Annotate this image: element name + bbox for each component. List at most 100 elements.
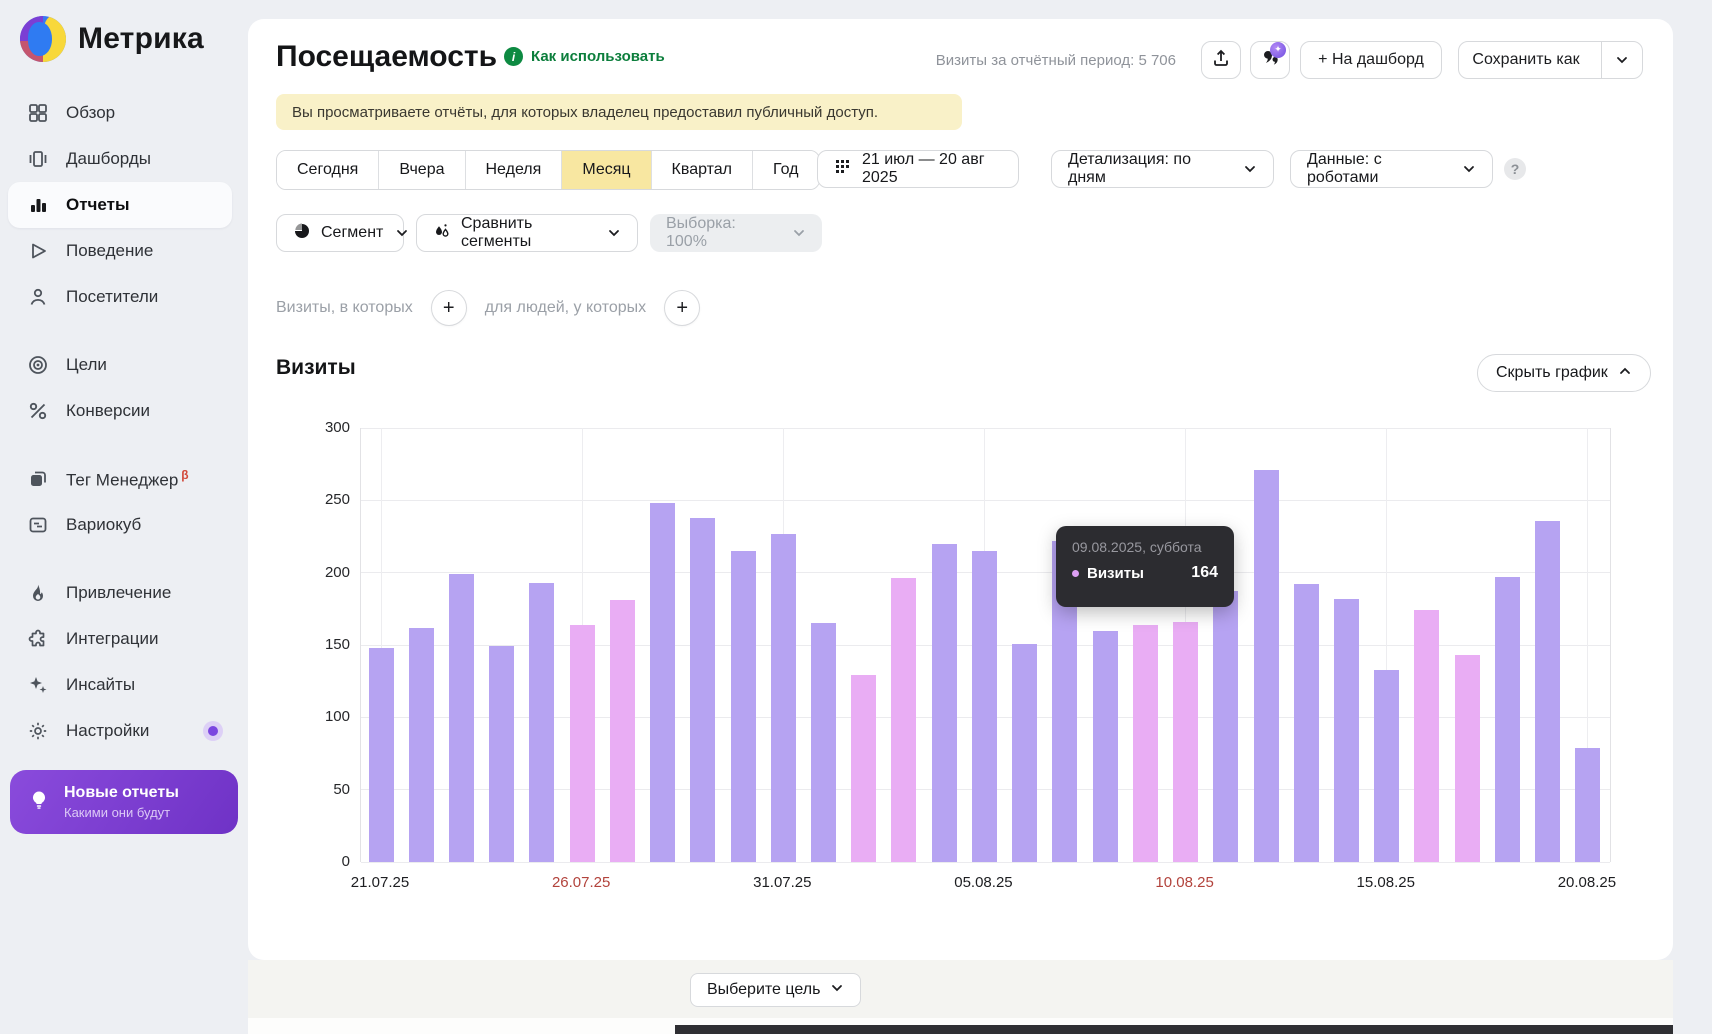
chart-bar-31.07.25[interactable] <box>771 534 796 862</box>
save-as-button[interactable]: Сохранить как <box>1458 41 1643 79</box>
sidebar-item-dashboards[interactable]: Дашборды <box>8 136 232 182</box>
sidebar-item-conversions[interactable]: Конверсии <box>8 388 232 434</box>
export-button[interactable] <box>1201 41 1241 79</box>
add-people-filter-button[interactable]: + <box>664 290 700 326</box>
x-tick-label: 10.08.25 <box>1155 874 1213 891</box>
chart-bar-25.07.25[interactable] <box>529 583 554 862</box>
chart-bar-15.08.25[interactable] <box>1374 670 1399 862</box>
tab-yesterday[interactable]: Вчера <box>379 151 465 189</box>
chart-bar-16.08.25[interactable] <box>1414 610 1439 862</box>
chart-bar-22.07.25[interactable] <box>409 628 434 862</box>
play-icon <box>26 239 50 263</box>
new-reports-banner[interactable]: Новые отчеты Какими они будут <box>10 770 238 834</box>
save-as-dropdown[interactable] <box>1601 41 1642 79</box>
sidebar-item-overview[interactable]: Обзор <box>8 90 232 136</box>
chart-bar-27.07.25[interactable] <box>610 600 635 862</box>
chart-bar-01.08.25[interactable] <box>811 623 836 862</box>
chart-bar-03.08.25[interactable] <box>891 578 916 862</box>
compare-segments-dropdown[interactable]: Сравнить сегменты <box>416 214 638 252</box>
data-mode-dropdown[interactable]: Данные: с роботами <box>1290 150 1493 188</box>
chart-bar-12.08.25[interactable] <box>1254 470 1279 862</box>
ai-assistant-button[interactable]: ✦ <box>1250 41 1290 79</box>
sidebar-item-insights[interactable]: Инсайты <box>8 662 232 708</box>
chevron-down-icon <box>830 981 844 1000</box>
add-to-dashboard-button[interactable]: + На дашборд <box>1300 41 1442 79</box>
chart-bar-28.07.25[interactable] <box>650 503 675 862</box>
chart-section-title: Визиты <box>276 356 356 380</box>
tab-year[interactable]: Год <box>753 151 818 189</box>
chart-bar-23.07.25[interactable] <box>449 574 474 862</box>
sidebar-item-label: Инсайты <box>66 675 135 695</box>
tooltip-date: 09.08.2025, суббота <box>1072 539 1218 555</box>
sidebar-nav: Обзор Дашборды Отчеты Поведение <box>0 72 248 754</box>
sidebar-item-tag-manager[interactable]: Тег Менеджерβ <box>8 456 232 502</box>
reports-icon <box>26 193 50 217</box>
segment-dropdown[interactable]: Сегмент <box>276 214 404 252</box>
ai-assistant-icon: ✦ <box>1260 48 1280 73</box>
chart-bar-20.08.25[interactable] <box>1575 748 1600 862</box>
dashboards-icon <box>26 147 50 171</box>
chart-bar-18.08.25[interactable] <box>1495 577 1520 862</box>
lightbulb-icon <box>28 789 50 816</box>
sidebar-item-label: Настройки <box>66 721 149 741</box>
chart-bar-17.08.25[interactable] <box>1455 655 1480 862</box>
x-tick-label: 26.07.25 <box>552 874 610 891</box>
sidebar-item-behavior[interactable]: Поведение <box>8 228 232 274</box>
chart-bar-30.07.25[interactable] <box>731 551 756 862</box>
sidebar-item-goals[interactable]: Цели <box>8 342 232 388</box>
sidebar-item-label: Отчеты <box>66 195 130 215</box>
x-tick-label: 21.07.25 <box>351 874 409 891</box>
chart-bar-24.07.25[interactable] <box>489 646 514 862</box>
date-range-picker[interactable]: 21 июл — 20 авг 2025 <box>817 150 1019 188</box>
sidebar-item-label: Цели <box>66 355 107 375</box>
chart-bar-21.07.25[interactable] <box>369 648 394 862</box>
export-icon <box>1211 48 1231 73</box>
sampling-dropdown[interactable]: Выборка: 100% <box>650 214 822 252</box>
chart-bar-10.08.25[interactable] <box>1173 622 1198 862</box>
chart-bar-02.08.25[interactable] <box>851 675 876 862</box>
sidebar-item-settings[interactable]: Настройки <box>8 708 232 754</box>
calendar-grid-icon <box>834 158 852 181</box>
hide-chart-button[interactable]: Скрыть график <box>1477 354 1651 392</box>
variocube-icon <box>26 513 50 537</box>
select-goal-dropdown[interactable]: Выберите цель <box>690 973 861 1007</box>
chart-bar-09.08.25[interactable] <box>1133 625 1158 862</box>
sidebar: Метрика Обзор Дашборды Отчеты <box>0 0 248 1034</box>
chart-bar-05.08.25[interactable] <box>972 551 997 862</box>
add-visit-filter-button[interactable]: + <box>431 290 467 326</box>
x-tick-label: 31.07.25 <box>753 874 811 891</box>
help-icon[interactable]: ? <box>1504 158 1526 180</box>
chart-bar-13.08.25[interactable] <box>1294 584 1319 862</box>
sidebar-item-variocube[interactable]: Вариокуб <box>8 502 232 548</box>
chevron-up-icon <box>1618 364 1632 383</box>
tab-week[interactable]: Неделя <box>466 151 563 189</box>
gear-icon <box>26 719 50 743</box>
granularity-dropdown[interactable]: Детализация: по дням <box>1051 150 1274 188</box>
period-tabs: Сегодня Вчера Неделя Месяц Квартал Год <box>276 150 820 190</box>
chart-bar-26.07.25[interactable] <box>570 625 595 862</box>
sidebar-item-acquisition[interactable]: Привлечение <box>8 570 232 616</box>
chart-bar-06.08.25[interactable] <box>1012 644 1037 862</box>
chevron-down-icon <box>607 226 621 240</box>
sidebar-item-integrations[interactable]: Интеграции <box>8 616 232 662</box>
target-icon <box>26 353 50 377</box>
chart-bar-29.07.25[interactable] <box>690 518 715 862</box>
sidebar-item-label: Обзор <box>66 103 115 123</box>
chart-bar-14.08.25[interactable] <box>1334 599 1359 862</box>
chart-bar-08.08.25[interactable] <box>1093 631 1118 862</box>
sidebar-item-label: Поведение <box>66 241 153 261</box>
sidebar-item-reports[interactable]: Отчеты <box>8 182 232 228</box>
gridline-h <box>361 428 1610 429</box>
chart-bar-19.08.25[interactable] <box>1535 521 1560 862</box>
banner-title: Новые отчеты <box>64 784 179 802</box>
notification-dot <box>208 726 218 736</box>
y-tick-label: 250 <box>276 491 350 508</box>
tab-month[interactable]: Месяц <box>562 151 651 189</box>
x-tick-label: 05.08.25 <box>954 874 1012 891</box>
chart-bar-04.08.25[interactable] <box>932 544 957 862</box>
sidebar-item-visitors[interactable]: Посетители <box>8 274 232 320</box>
tab-quarter[interactable]: Квартал <box>652 151 753 189</box>
tab-today[interactable]: Сегодня <box>277 151 379 189</box>
chart-tooltip: 09.08.2025, суббота Визиты 164 <box>1056 526 1234 607</box>
chart-bar-11.08.25[interactable] <box>1213 591 1238 862</box>
